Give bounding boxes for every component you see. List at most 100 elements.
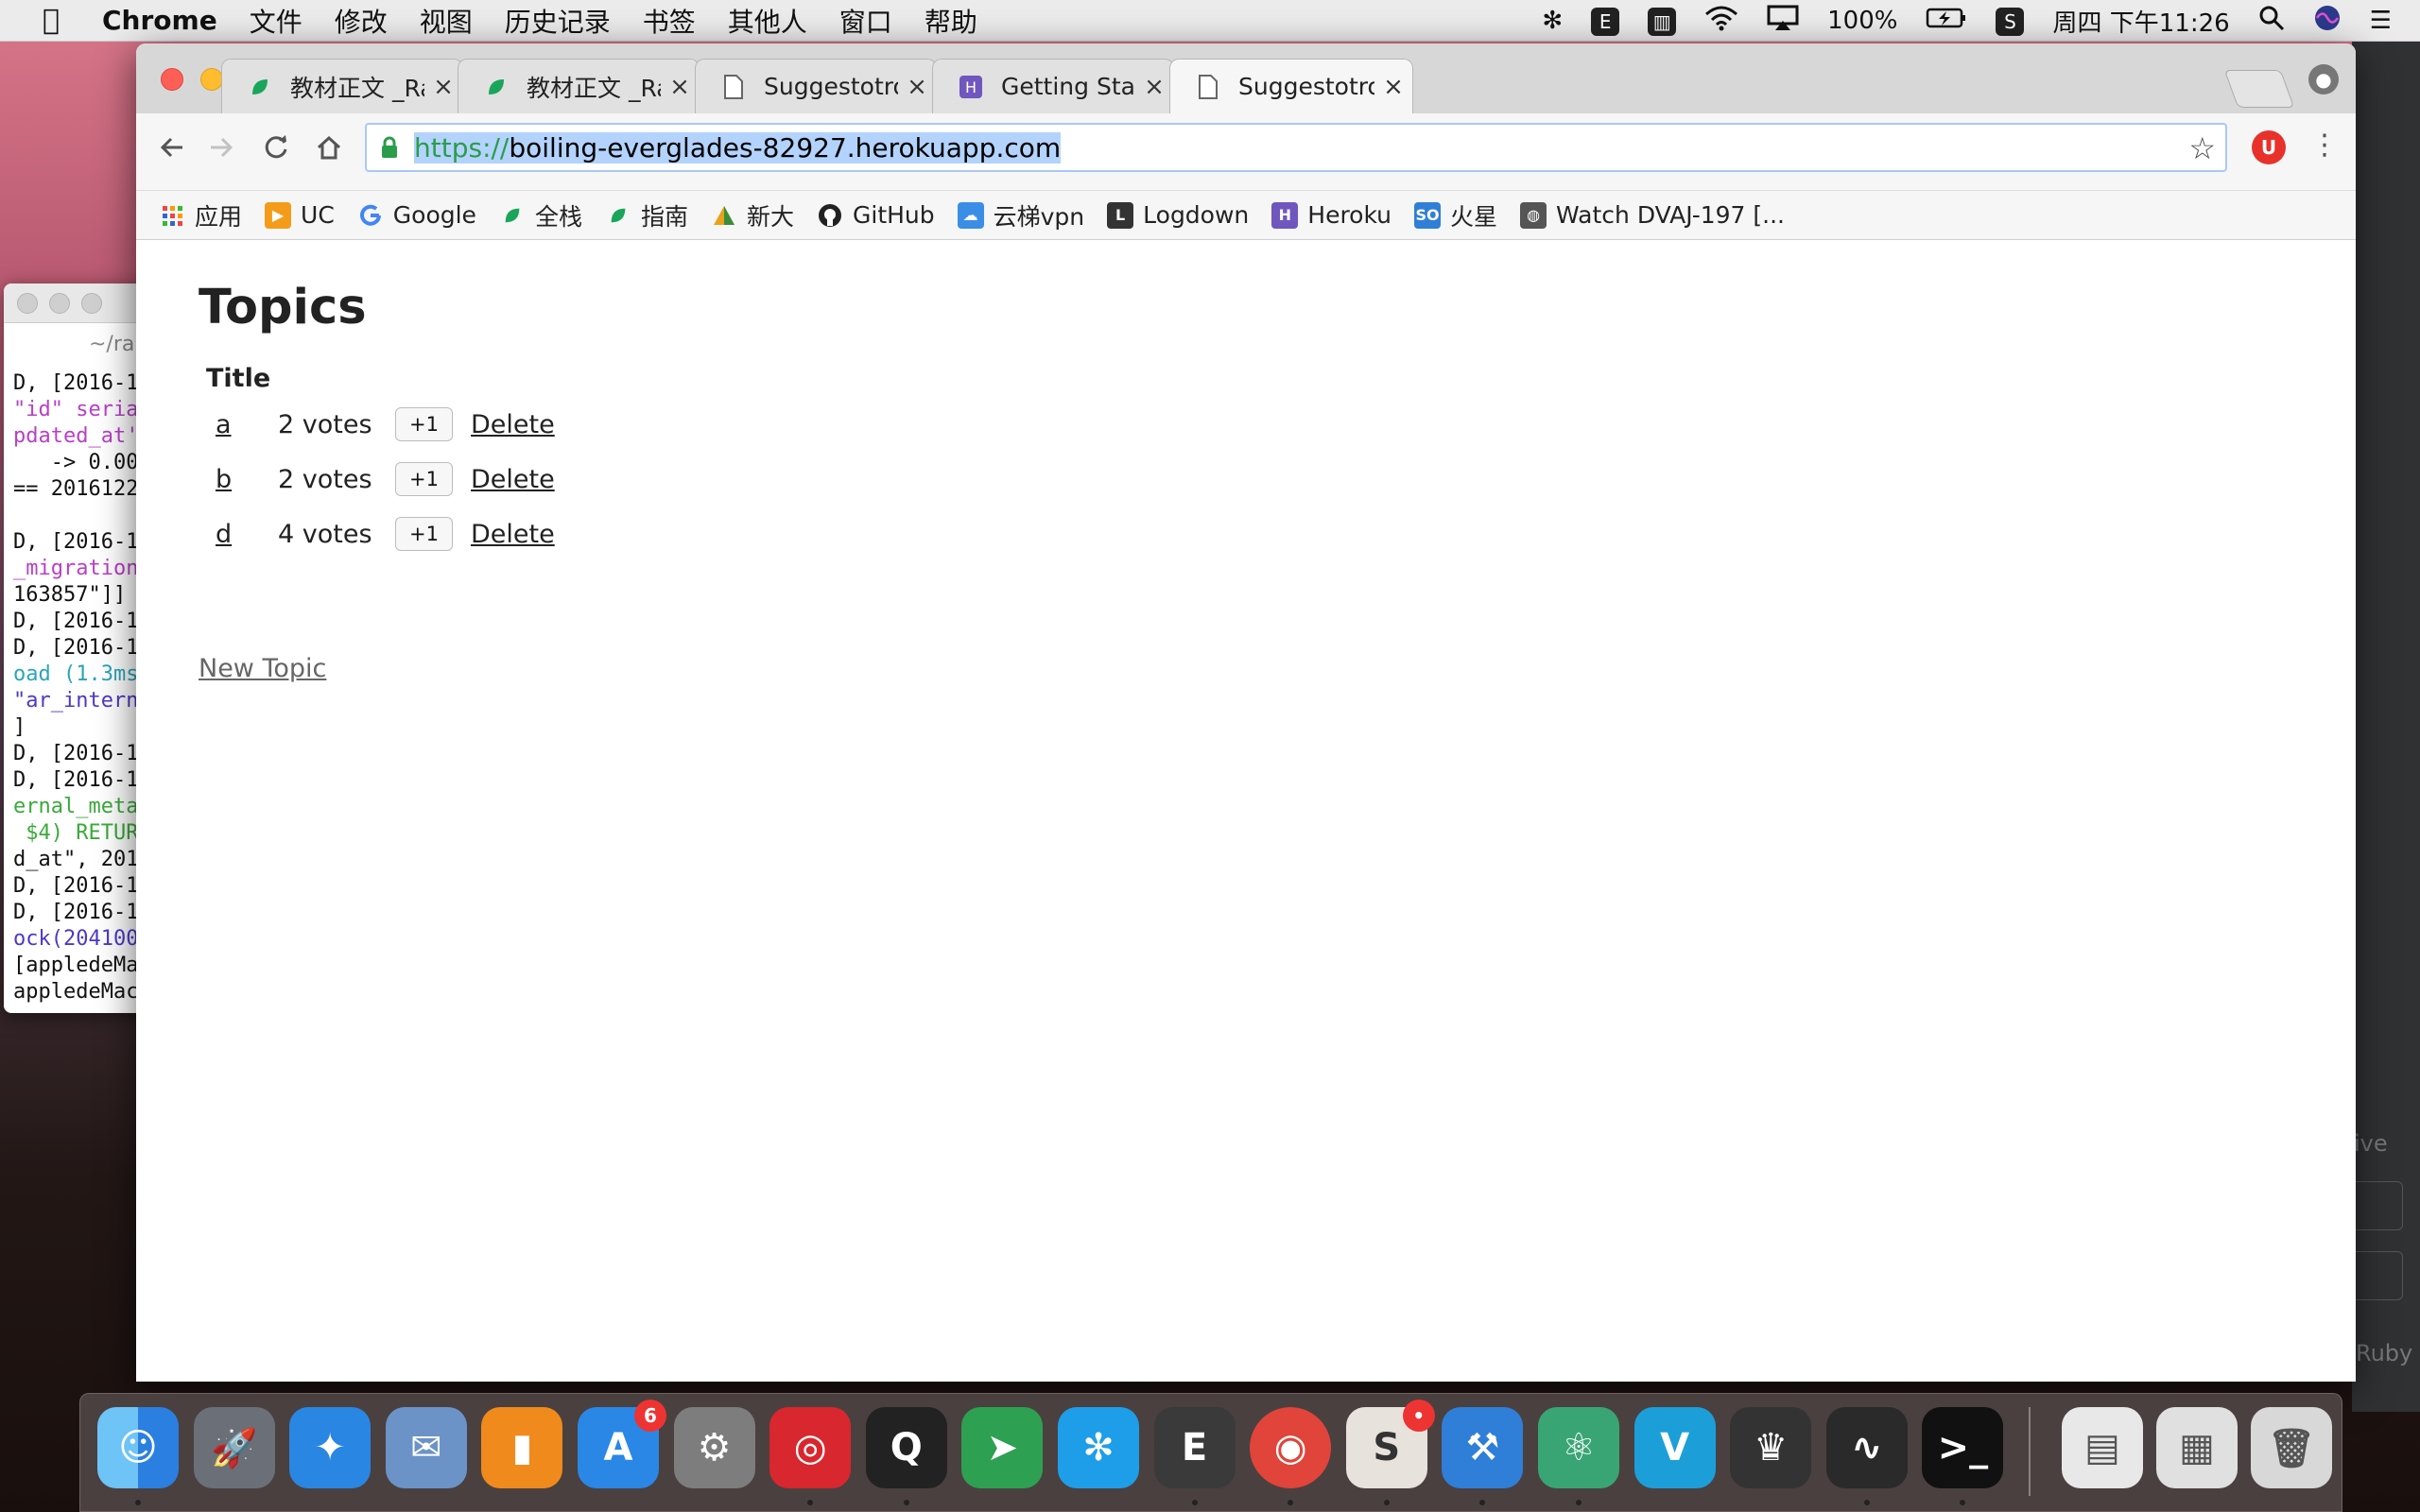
bookmark-6[interactable]: 新大 <box>711 198 794 232</box>
menu-people[interactable]: 其他人 <box>728 2 807 40</box>
topic-title-link[interactable]: d <box>216 520 232 549</box>
close-window-icon[interactable] <box>161 68 183 91</box>
reload-icon[interactable] <box>257 132 295 170</box>
menu-help[interactable]: 帮助 <box>925 2 977 40</box>
menu-app-name[interactable]: Chrome <box>102 5 217 36</box>
activity-monitor-icon[interactable]: ∿ <box>1825 1407 1908 1488</box>
tab-4[interactable]: H Getting Started on Heroku× <box>932 59 1174 113</box>
bookmark-5[interactable]: 指南 <box>605 198 688 232</box>
tab-3[interactable]: Suggestotron× <box>695 59 937 113</box>
atom-icon[interactable]: ⚛ <box>1538 1407 1619 1488</box>
telegram-icon[interactable]: ➤ <box>961 1407 1044 1488</box>
forward-arrow-icon[interactable] <box>202 132 240 170</box>
mail-icon[interactable]: ✉ <box>385 1407 467 1488</box>
topic-title-link[interactable]: b <box>216 465 232 494</box>
bookmark-11[interactable]: SO 火星 <box>1414 198 1497 232</box>
wifi-icon[interactable] <box>1704 5 1738 38</box>
app-store-icon[interactable]: A6 <box>578 1400 666 1488</box>
bookmark-star-icon[interactable]: ☆ <box>2188 130 2216 166</box>
profile-icon[interactable]: ● <box>2308 64 2339 94</box>
menu-edit[interactable]: 修改 <box>335 2 388 40</box>
clock[interactable]: 周四 下午11:26 <box>2052 4 2229 39</box>
running-indicator <box>807 1500 814 1505</box>
battery-percent[interactable]: 100% <box>1827 7 1897 35</box>
minimize-window-icon[interactable] <box>200 68 223 91</box>
menu-view[interactable]: 视图 <box>420 2 473 40</box>
new-tab-button[interactable] <box>2223 70 2295 108</box>
bookmark-4[interactable]: 全栈 <box>499 198 582 232</box>
menu-window[interactable]: 窗口 <box>839 2 892 40</box>
menu-bookmarks[interactable]: 书签 <box>643 2 696 40</box>
upvote-button[interactable]: +1 <box>395 517 453 551</box>
finder-icon[interactable]: ☺ <box>97 1407 179 1488</box>
tab-close-icon[interactable]: × <box>898 73 936 101</box>
bookmark-1[interactable]: 应用 <box>159 198 242 232</box>
tab-1[interactable]: 教材正文 _Rails 第二课：初× <box>221 59 463 113</box>
menu-history[interactable]: 历史记录 <box>505 2 611 40</box>
tab-close-icon[interactable]: × <box>1374 73 1412 101</box>
netease-music-icon[interactable]: ◎ <box>769 1407 852 1488</box>
ibooks-icon[interactable]: ▮ <box>481 1407 563 1488</box>
minimize-icon[interactable] <box>49 293 70 314</box>
delete-link[interactable]: Delete <box>471 410 555 439</box>
bookmark-10[interactable]: H Heroku <box>1271 201 1392 229</box>
bookmark-8[interactable]: ☁ 云梯vpn <box>957 198 1084 232</box>
battery-icon[interactable] <box>1926 7 1967 36</box>
back-arrow-icon[interactable] <box>153 132 191 170</box>
vysor-icon[interactable]: V <box>1634 1407 1716 1488</box>
bookmark-12[interactable]: ◍ Watch DVAJ-197 [... <box>1520 201 1785 229</box>
slack-icon[interactable]: S • <box>1345 1400 1435 1488</box>
delete-link[interactable]: Delete <box>471 520 555 549</box>
safari-icon[interactable]: ✦ <box>289 1407 372 1488</box>
airplay-icon[interactable] <box>1767 5 1799 38</box>
downloads-icon[interactable]: ▦ <box>2156 1407 2238 1488</box>
bookmark-7[interactable]: GitHub <box>817 201 935 229</box>
terminal-window[interactable]: ~/rai D, [2016-1 "id" seria pdated_at' -> … <box>4 284 155 1013</box>
menu-file[interactable]: 文件 <box>250 2 302 40</box>
tab-close-icon[interactable]: × <box>424 73 462 101</box>
bookmark-3[interactable]: Google <box>357 201 476 229</box>
close-icon[interactable] <box>17 293 38 314</box>
bookmark-9[interactable]: L Logdown <box>1107 201 1249 229</box>
zoom-icon[interactable] <box>81 293 102 314</box>
upvote-button[interactable]: +1 <box>395 407 453 441</box>
topic-title-cell: d <box>202 507 278 561</box>
chrome-icon[interactable]: ◉ <box>1250 1407 1332 1488</box>
delete-link[interactable]: Delete <box>471 465 555 494</box>
notification-center-icon[interactable]: ☰ <box>2370 7 2392 35</box>
launchpad-icon[interactable]: 🚀 <box>193 1407 275 1488</box>
xmind-icon[interactable]: ✻ <box>1058 1407 1139 1488</box>
upvote-button[interactable]: +1 <box>395 462 453 496</box>
spotlight-search-icon[interactable] <box>2258 5 2285 38</box>
tab-2[interactable]: 教材正文 _Rails 第一课：环× <box>458 59 700 113</box>
xmind-status-icon[interactable]: ✻ <box>1542 7 1563 35</box>
more-menu-icon[interactable]: ⋮ <box>2310 129 2339 162</box>
keyboard-status-icon[interactable]: ▥ <box>1648 7 1677 36</box>
url-text[interactable]: https://boiling-everglades-82927.herokua… <box>414 131 1062 163</box>
bookmark-label: 火星 <box>1450 202 1498 231</box>
topic-title-link[interactable]: a <box>216 410 232 439</box>
address-bar[interactable]: https://boiling-everglades-82927.herokua… <box>365 123 2227 172</box>
documents-icon[interactable]: ▤ <box>2062 1407 2143 1488</box>
system-preferences-icon[interactable]: ⚙ <box>673 1407 755 1488</box>
xcode-icon[interactable]: ⚒ <box>1442 1407 1524 1488</box>
siri-icon[interactable] <box>2313 4 2342 39</box>
bookmark-2[interactable]: ▶ UC <box>265 201 335 229</box>
tab-5[interactable]: Suggestotron× <box>1169 59 1413 113</box>
evernote-status-icon[interactable]: E <box>1591 7 1620 36</box>
home-icon[interactable] <box>310 132 348 170</box>
extension-icon[interactable]: U <box>2252 130 2286 164</box>
terminal-icon[interactable]: >_ <box>1922 1407 2004 1488</box>
tab-close-icon[interactable]: × <box>661 73 699 101</box>
apple-menu-icon[interactable]:  <box>25 4 78 37</box>
input-method-icon[interactable]: S <box>1996 7 2025 36</box>
qq-icon[interactable]: Q <box>865 1407 947 1488</box>
trash-icon[interactable]: 🗑 <box>2251 1407 2332 1488</box>
terminal-titlebar[interactable] <box>4 284 155 323</box>
tab-close-icon[interactable]: × <box>1135 73 1173 101</box>
lock-icon[interactable] <box>380 136 399 159</box>
url-host: boiling-everglades-82927.herokuapp.com <box>509 131 1062 163</box>
evernote-icon[interactable]: E <box>1153 1407 1236 1488</box>
lamp-icon[interactable]: ♛ <box>1730 1407 1812 1488</box>
new-topic-link[interactable]: New Topic <box>199 654 326 683</box>
